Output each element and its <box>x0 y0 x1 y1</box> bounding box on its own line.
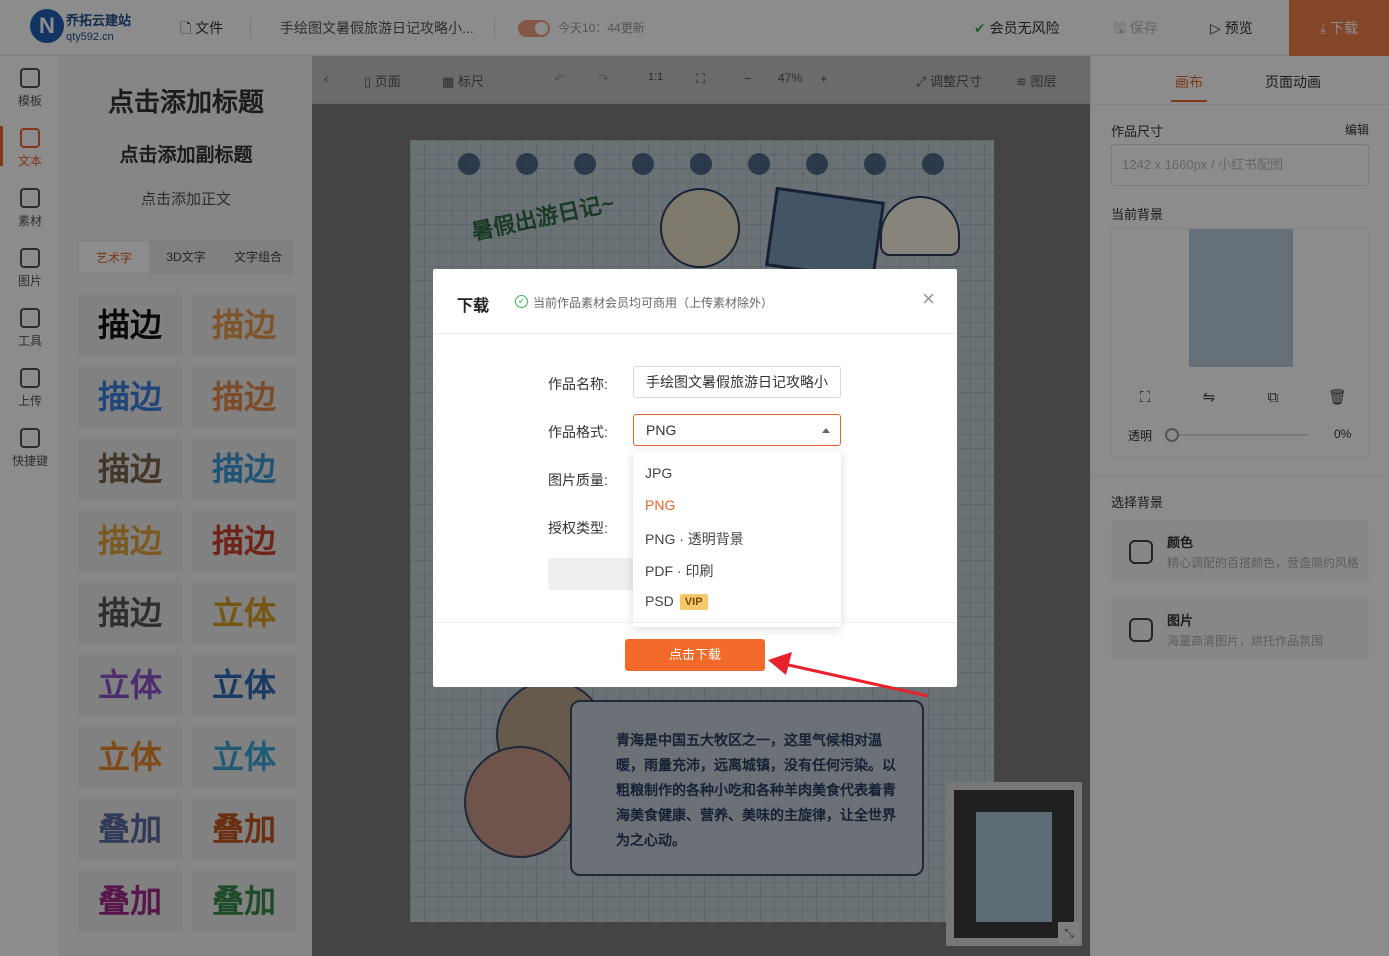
divider <box>433 622 957 623</box>
psd-label: PSD <box>645 593 674 609</box>
download-dialog: 下载 ✓ 当前作品素材会员均可商用（上传素材除外） × 作品名称: 手绘图文暑假… <box>433 269 957 687</box>
confirm-download-button[interactable]: 点击下载 <box>625 639 765 671</box>
format-option-png-transparent[interactable]: PNG · 透明背景 <box>645 529 744 549</box>
license-label: 授权类型: <box>548 520 608 536</box>
commercial-use-note: 当前作品素材会员均可商用（上传素材除外） <box>533 296 774 310</box>
caret-up-icon <box>822 428 830 433</box>
format-option-pdf[interactable]: PDF · 印刷 <box>645 561 713 581</box>
dialog-title: 下载 <box>457 298 490 315</box>
format-select[interactable]: PNG <box>633 414 841 446</box>
format-option-jpg[interactable]: JPG <box>645 465 672 481</box>
divider <box>433 333 957 334</box>
format-option-psd[interactable]: PSD VIP <box>645 593 708 610</box>
format-option-png[interactable]: PNG <box>645 497 675 513</box>
close-icon[interactable]: × <box>922 287 935 311</box>
quality-label: 图片质量: <box>548 472 608 488</box>
format-label: 作品格式: <box>548 424 608 440</box>
work-name-input[interactable]: 手绘图文暑假旅游日记攻略小 <box>633 366 841 398</box>
work-name-label: 作品名称: <box>548 376 608 392</box>
format-select-value: PNG <box>646 422 677 438</box>
vip-badge: VIP <box>679 594 708 610</box>
format-dropdown: JPG PNG PNG · 透明背景 PDF · 印刷 PSD VIP <box>633 451 841 627</box>
check-circle-icon: ✓ <box>515 295 528 308</box>
